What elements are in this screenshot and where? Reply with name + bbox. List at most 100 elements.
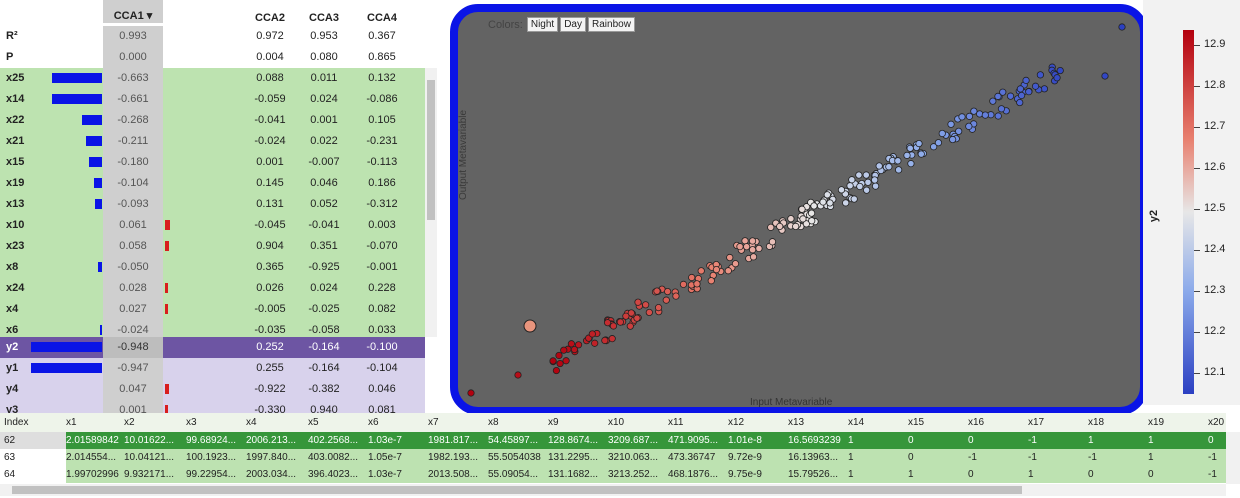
data-point[interactable] <box>885 163 893 171</box>
data-point[interactable] <box>875 162 883 170</box>
grid-vertical-scrollbar[interactable] <box>1226 432 1240 484</box>
grid-row[interactable]: 63 2.014554... 10.04121... 100.1923... 1997.… <box>0 449 1226 466</box>
data-point[interactable] <box>591 339 599 347</box>
data-point[interactable] <box>915 139 923 148</box>
data-point[interactable] <box>748 246 757 254</box>
data-point[interactable] <box>837 186 846 194</box>
grid-column-header[interactable]: x9 <box>548 413 604 432</box>
data-point[interactable] <box>570 345 579 354</box>
data-point[interactable] <box>895 166 903 174</box>
data-point[interactable] <box>808 217 816 225</box>
grid-column-header[interactable]: x3 <box>186 413 242 432</box>
data-point[interactable] <box>965 112 974 120</box>
data-point[interactable] <box>1118 23 1126 31</box>
data-point[interactable] <box>989 97 997 105</box>
data-point[interactable] <box>862 171 870 179</box>
data-point[interactable] <box>949 135 957 144</box>
grid-column-header[interactable]: x14 <box>848 413 904 432</box>
night-button[interactable]: Night <box>526 17 559 32</box>
data-point[interactable] <box>819 198 827 206</box>
data-point[interactable] <box>743 243 751 251</box>
header-cca4[interactable]: CCA4 <box>352 12 412 24</box>
data-point[interactable] <box>601 336 609 345</box>
data-point[interactable] <box>981 111 989 119</box>
data-point[interactable] <box>997 105 1006 113</box>
variable-row[interactable]: x14 -0.661 -0.059 0.024 -0.086 <box>0 89 425 110</box>
grid-column-header[interactable]: x16 <box>968 413 1024 432</box>
data-point[interactable] <box>626 322 634 330</box>
grid-row[interactable]: 62 2.01589842 10.01622... 99.68924... 2006.2… <box>0 432 1226 449</box>
grid-column-header[interactable]: x18 <box>1088 413 1144 432</box>
data-point[interactable] <box>603 319 612 327</box>
data-point[interactable] <box>906 144 914 152</box>
variable-row[interactable]: x13 -0.093 0.131 0.052 -0.312 <box>0 194 425 215</box>
variable-row[interactable]: x24 0.028 0.026 0.024 0.228 <box>0 278 425 299</box>
data-point[interactable] <box>965 122 973 130</box>
data-point[interactable] <box>810 202 818 210</box>
data-point[interactable] <box>749 253 758 261</box>
variable-row[interactable]: x23 0.058 0.904 0.351 -0.070 <box>0 236 425 257</box>
grid-column-header[interactable]: x10 <box>608 413 664 432</box>
data-point[interactable] <box>826 199 834 207</box>
grid-column-header[interactable]: x15 <box>908 413 964 432</box>
data-point[interactable] <box>555 351 563 360</box>
data-point[interactable] <box>862 186 871 194</box>
data-point[interactable] <box>768 238 777 246</box>
data-point[interactable] <box>842 199 850 207</box>
data-point[interactable] <box>748 237 757 245</box>
data-point[interactable] <box>1025 88 1033 96</box>
data-point[interactable] <box>823 191 831 199</box>
data-point[interactable] <box>798 205 806 213</box>
grid-column-header[interactable]: x5 <box>308 413 364 432</box>
data-point[interactable] <box>693 280 701 288</box>
data-point[interactable] <box>1031 82 1040 90</box>
data-point[interactable] <box>654 304 663 312</box>
variable-row[interactable]: x4 0.027 -0.005 -0.025 0.082 <box>0 299 425 320</box>
grid-column-header[interactable]: x19 <box>1148 413 1204 432</box>
data-point[interactable] <box>1053 74 1061 82</box>
grid-column-header[interactable]: x12 <box>728 413 784 432</box>
data-point[interactable] <box>731 260 740 268</box>
data-point[interactable] <box>645 308 653 317</box>
data-point[interactable] <box>672 292 680 300</box>
data-point[interactable] <box>741 237 749 245</box>
data-point[interactable] <box>467 389 475 397</box>
scatter-plot-panel[interactable] <box>450 4 1148 415</box>
data-point[interactable] <box>616 318 624 326</box>
grid-column-header[interactable]: x20 <box>1208 413 1226 432</box>
grid-column-header[interactable]: x2 <box>124 413 182 432</box>
data-point[interactable] <box>736 243 744 251</box>
data-point[interactable] <box>608 335 616 343</box>
data-point[interactable] <box>562 357 570 365</box>
data-point[interactable] <box>679 280 688 288</box>
variable-row[interactable]: x15 -0.180 0.001 -0.007 -0.113 <box>0 152 425 173</box>
data-point[interactable] <box>609 322 618 330</box>
data-point[interactable] <box>642 301 650 309</box>
data-point[interactable] <box>903 151 911 159</box>
data-point[interactable] <box>938 129 946 138</box>
data-point[interactable] <box>552 366 560 375</box>
data-point[interactable] <box>850 195 858 203</box>
data-point[interactable] <box>1017 91 1026 100</box>
data-point[interactable] <box>707 277 715 285</box>
data-point[interactable] <box>958 113 966 121</box>
data-point[interactable] <box>514 371 522 379</box>
variable-row[interactable]: x25 -0.663 0.088 0.011 0.132 <box>0 68 425 89</box>
grid-column-header[interactable]: x13 <box>788 413 844 432</box>
data-point[interactable] <box>792 222 800 231</box>
data-point[interactable] <box>864 178 872 186</box>
grid-column-header[interactable]: x17 <box>1028 413 1084 432</box>
data-point[interactable] <box>697 267 705 275</box>
grid-column-header[interactable]: x1 <box>66 413 120 432</box>
data-point[interactable] <box>1040 85 1049 93</box>
data-point[interactable] <box>712 265 721 274</box>
grid-column-header[interactable]: x7 <box>428 413 484 432</box>
data-point[interactable] <box>1036 71 1044 79</box>
data-point[interactable] <box>688 273 696 282</box>
data-point[interactable] <box>726 253 734 262</box>
variable-row[interactable]: x21 -0.211 -0.024 0.022 -0.231 <box>0 131 425 152</box>
data-point[interactable] <box>848 176 856 184</box>
data-point[interactable] <box>947 120 955 128</box>
data-point[interactable] <box>799 215 807 223</box>
variable-row[interactable]: x19 -0.104 0.145 0.046 0.186 <box>0 173 425 194</box>
